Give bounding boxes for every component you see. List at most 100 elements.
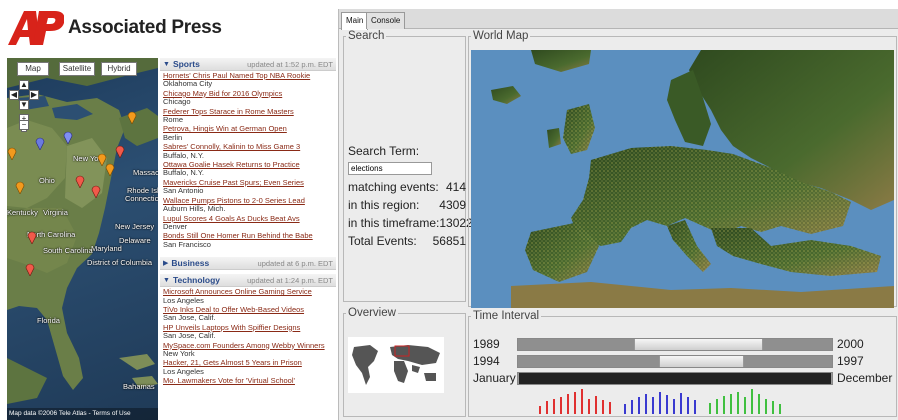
stat-total-events: Total Events: 56851 <box>348 234 466 248</box>
time-interval-panel: Time Interval 1989 2000 1994 1997 Januar… <box>468 310 897 417</box>
map-label: South Carolina <box>43 246 93 255</box>
news-headline-link[interactable]: Federer Tops Starace in Rome Masters <box>163 108 333 116</box>
map-pan-down-button[interactable]: ▼ <box>19 100 29 110</box>
time-interval-legend: Time Interval <box>473 310 540 322</box>
overview-legend: Overview <box>348 307 396 319</box>
search-term-input[interactable] <box>348 162 432 175</box>
ap-logo-mark <box>6 9 64 47</box>
news-item: TiVo Inks Deal to Offer Web-Based Videos… <box>160 305 336 323</box>
news-section-title[interactable]: Business <box>171 258 209 268</box>
histogram-bar <box>779 404 781 414</box>
map-label: Rhode Island <box>127 186 158 195</box>
news-section-updated: updated at 1:52 p.m. EDT <box>247 59 333 69</box>
news-headline-link[interactable]: Lupul Scores 4 Goals As Ducks Beat Avs <box>163 215 333 223</box>
histogram-bar <box>539 406 541 414</box>
news-section-header-sports[interactable]: ▼ Sports updated at 1:52 p.m. EDT <box>160 58 336 71</box>
histogram-bar <box>765 399 767 414</box>
timeline-row2-start: 1994 <box>473 354 500 368</box>
news-section-header-business[interactable]: ▶ Business updated at 6 p.m. EDT <box>160 257 336 271</box>
news-item: Bonds Still One Homer Run Behind the Bab… <box>160 231 336 249</box>
map-tab-satellite[interactable]: Satellite <box>59 62 95 76</box>
news-item: Hornets' Chris Paul Named Top NBA Rookie… <box>160 71 336 89</box>
map-marker-icon[interactable] <box>91 184 101 198</box>
map-pan-right-button[interactable]: ▶ <box>29 90 39 100</box>
histogram-bar <box>694 400 696 414</box>
tab-main[interactable]: Main <box>341 12 369 30</box>
histogram-bar <box>567 394 569 414</box>
news-item: Lupul Scores 4 Goals As Ducks Beat Avs De… <box>160 214 336 232</box>
news-item: MySpace.com Founders Among Webby Winners… <box>160 341 336 359</box>
world-map-panel: World Map <box>468 30 897 308</box>
news-location: San Antonio <box>163 186 204 196</box>
stat-in-timeframe: in this timeframe: 13022 <box>348 216 473 230</box>
news-location: Buffalo, N.Y. <box>163 168 205 178</box>
news-location: Berlin <box>163 132 183 142</box>
expanded-triangle-icon[interactable]: ▼ <box>163 61 170 68</box>
histogram-bar <box>602 400 604 414</box>
news-item: Federer Tops Starace in Rome Masters Rome <box>160 107 336 125</box>
news-section-header-technology[interactable]: ▼ Technology updated at 1:24 p.m. EDT <box>160 274 336 288</box>
news-location: Auburn Hills, Mich. <box>163 204 226 214</box>
histogram-bar <box>758 394 760 414</box>
news-item: Hacker, 21, Gets Almost 5 Years in Priso… <box>160 358 336 376</box>
overview-map[interactable] <box>348 337 444 393</box>
map-tab-map[interactable]: Map <box>17 62 49 76</box>
google-map[interactable]: Map Satellite Hybrid ▲ ◀ ▶ ▼ + − New Yor… <box>7 58 158 420</box>
map-marker-icon[interactable] <box>35 136 45 150</box>
tab-console[interactable]: Console <box>366 12 406 29</box>
map-marker-icon[interactable] <box>127 110 137 124</box>
histogram-bar <box>624 404 626 414</box>
news-item: Chicago May Bid for 2016 Olympics Chicago <box>160 89 336 107</box>
timeline-row1-track[interactable] <box>517 338 833 351</box>
histogram-bar <box>609 402 611 414</box>
world-map-app: Main Console Search Search Term: matchin… <box>338 9 898 420</box>
news-section-updated: updated at 1:24 p.m. EDT <box>247 275 333 285</box>
map-marker-icon[interactable] <box>75 174 85 188</box>
map-marker-icon[interactable] <box>115 144 125 158</box>
search-legend: Search <box>348 30 385 42</box>
timeline-row2-range-handle[interactable] <box>659 356 744 367</box>
histogram-bar <box>723 396 725 414</box>
timeline-row2-track[interactable] <box>517 355 833 368</box>
histogram-bar <box>638 397 640 414</box>
world-map-view[interactable] <box>471 50 894 308</box>
map-zoom-out-button[interactable]: − <box>19 120 29 130</box>
map-pan-left-button[interactable]: ◀ <box>9 90 19 100</box>
news-location: Denver <box>163 221 188 231</box>
map-marker-icon[interactable] <box>15 180 25 194</box>
news-item: Petrova, Hingis Win at German Open Berlin <box>160 124 336 142</box>
timeline-row3-end: December <box>837 371 893 385</box>
map-pan-up-button[interactable]: ▲ <box>19 80 29 90</box>
histogram-bar <box>737 392 739 414</box>
map-marker-icon[interactable] <box>7 146 17 160</box>
map-marker-icon[interactable] <box>27 230 37 244</box>
news-item: Ottawa Goalie Hasek Returns to Practice B… <box>160 160 336 178</box>
map-label: Delaware <box>119 236 151 245</box>
news-location: San Jose, Calif. <box>163 313 216 323</box>
expanded-triangle-icon[interactable]: ▼ <box>163 277 170 284</box>
timeline-row1-range-handle[interactable] <box>634 339 763 350</box>
map-marker-icon[interactable] <box>105 162 115 176</box>
map-marker-icon[interactable] <box>25 262 35 276</box>
map-label: Ohio <box>39 176 55 185</box>
map-attribution: Map data ©2006 Tele Atlas - Terms of Use <box>7 408 158 420</box>
news-location: San Jose, Calif. <box>163 331 216 341</box>
map-tab-hybrid[interactable]: Hybrid <box>101 62 137 76</box>
news-headline-link[interactable]: Petrova, Hingis Win at German Open <box>163 125 333 133</box>
news-headline-link[interactable]: Mo. Lawmakers Vote for 'Virtual School' <box>163 377 333 385</box>
news-item: Sabres' Connolly, Kalinin to Miss Game 3… <box>160 142 336 160</box>
stat-label: in this timeframe: <box>348 216 440 230</box>
map-label: Massachusetts <box>133 168 158 177</box>
histogram-bar <box>631 400 633 414</box>
news-section-title[interactable]: Technology <box>173 275 220 285</box>
histogram-bar <box>553 399 555 414</box>
news-section-title[interactable]: Sports <box>173 59 200 69</box>
stat-label: in this region: <box>348 198 420 212</box>
collapsed-triangle-icon[interactable]: ▶ <box>163 259 168 267</box>
ap-brand-name: Associated Press <box>68 17 222 38</box>
news-location: Buffalo, N.Y. <box>163 150 205 160</box>
timeline-row1-end: 2000 <box>837 337 864 351</box>
map-marker-icon[interactable] <box>63 130 73 144</box>
timeline-row3-range-handle[interactable] <box>518 373 832 384</box>
map-label: Kentucky <box>7 208 38 217</box>
